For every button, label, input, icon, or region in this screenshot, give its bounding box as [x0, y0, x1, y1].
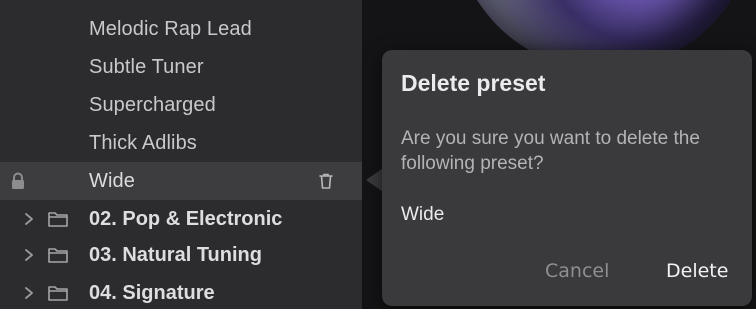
preset-item[interactable]: Thick Adlibs [0, 124, 362, 162]
folder-item[interactable]: 04. Signature [0, 274, 362, 309]
app-stage: Melodic Rap Lead Subtle Tuner Supercharg… [0, 0, 756, 309]
preset-item[interactable]: Supercharged [0, 86, 362, 124]
dialog-title: Delete preset [401, 70, 546, 96]
preset-item-label: Thick Adlibs [89, 131, 197, 154]
folder-icon [48, 212, 68, 227]
dialog-pointer [366, 168, 383, 192]
preset-item-selected[interactable]: Wide [0, 162, 362, 200]
dialog-message: Are you sure you want to delete the foll… [401, 128, 700, 174]
preset-browser: Melodic Rap Lead Subtle Tuner Supercharg… [0, 0, 362, 309]
delete-button[interactable]: Delete [666, 260, 728, 282]
folder-icon [48, 248, 68, 263]
chevron-right-icon[interactable] [22, 246, 36, 264]
folder-item[interactable]: 02. Pop & Electronic [0, 200, 362, 238]
cancel-button[interactable]: Cancel [545, 260, 609, 282]
folder-icon [48, 286, 68, 301]
preset-item-label: Wide [89, 169, 135, 192]
preset-item[interactable]: Melodic Rap Lead [0, 10, 362, 48]
chevron-right-icon[interactable] [22, 210, 36, 228]
chevron-right-icon[interactable] [22, 284, 36, 302]
preset-item-label: Supercharged [89, 93, 216, 116]
folder-item-label: 03. Natural Tuning [89, 243, 262, 266]
preset-item-label: Melodic Rap Lead [89, 17, 252, 40]
lock-icon [12, 172, 24, 189]
folder-item-label: 04. Signature [89, 281, 215, 304]
dialog-preset-name: Wide [401, 204, 445, 225]
folder-item[interactable]: 03. Natural Tuning [0, 236, 362, 274]
delete-preset-dialog: Delete preset Are you sure you want to d… [382, 50, 752, 306]
folder-item-label: 02. Pop & Electronic [89, 207, 283, 230]
preset-item-label: Subtle Tuner [89, 55, 204, 78]
preset-item[interactable]: Subtle Tuner [0, 48, 362, 86]
trash-icon[interactable] [316, 171, 336, 191]
